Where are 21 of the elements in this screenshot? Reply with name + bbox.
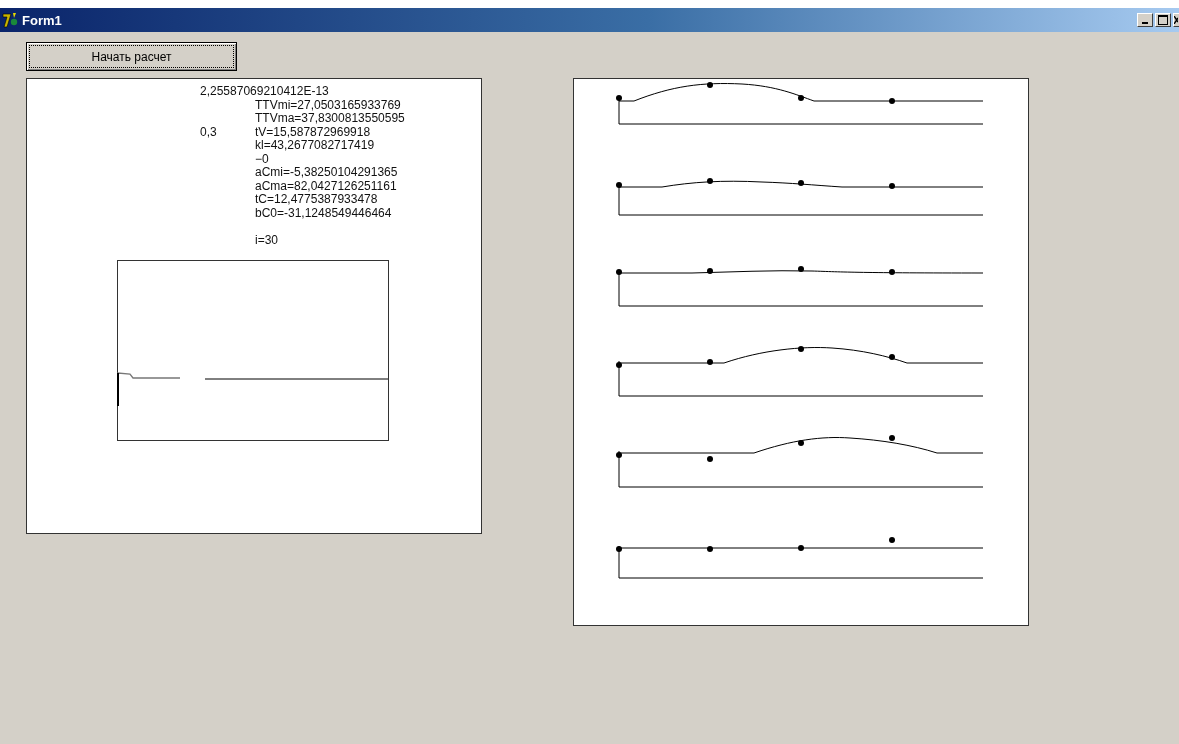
output-line: tC=12,4775387933478	[255, 193, 378, 207]
close-button[interactable]	[1173, 13, 1179, 27]
app-icon	[2, 12, 20, 28]
output-line: −0	[255, 152, 269, 166]
output-line: tV=15,587872969918	[255, 125, 371, 139]
maximize-icon	[1158, 15, 1168, 25]
maximize-button[interactable]	[1155, 13, 1171, 27]
output-value: 0,3	[200, 125, 218, 139]
minimize-icon	[1142, 22, 1148, 24]
output-line: kl=43,2677082717419	[255, 139, 375, 153]
output-line: TTVma=37,8300813550595	[255, 112, 405, 126]
start-calculation-button[interactable]: Начать расчет	[26, 42, 237, 71]
output-line: 2,25587069210412E-13	[200, 85, 329, 99]
output-line: TTVmi=27,0503165933769	[255, 98, 401, 112]
output-line: aCmi=-5,38250104291365	[255, 166, 398, 180]
output-line: bC0=-31,1248549446464	[255, 206, 392, 220]
minimize-button[interactable]	[1137, 13, 1153, 27]
output-line: aCma=82,0427126251161	[255, 179, 397, 193]
output-line: i=30	[255, 233, 279, 247]
close-icon	[1174, 16, 1178, 24]
window-title: Form1	[22, 12, 63, 28]
